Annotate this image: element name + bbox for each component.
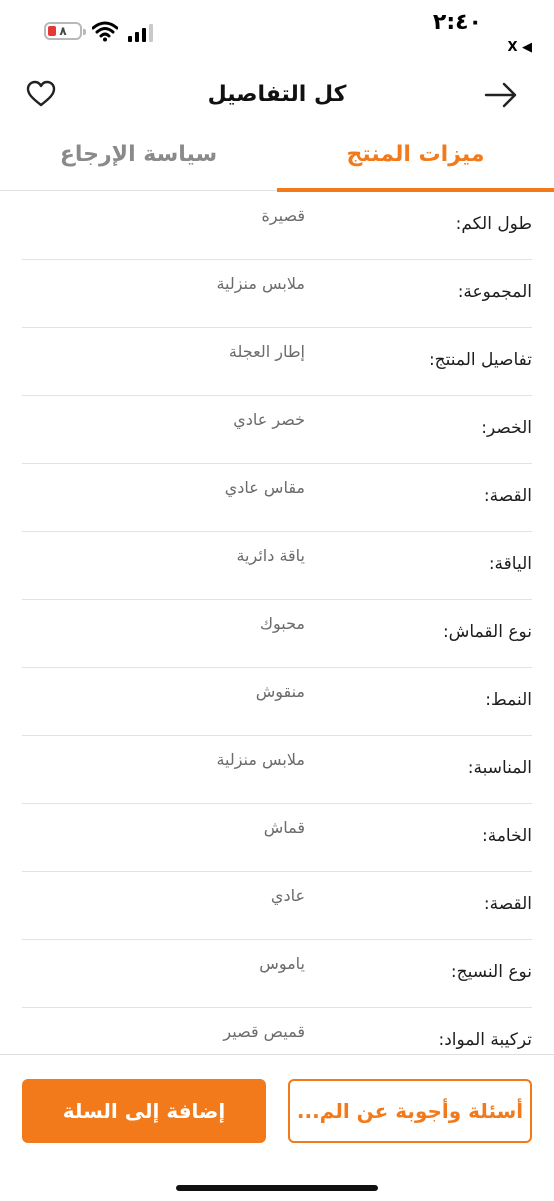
attribute-value: ياموس	[259, 954, 305, 973]
attribute-label: تفاصيل المنتج:	[428, 350, 532, 370]
attribute-value: منقوش	[255, 682, 305, 701]
attribute-label: المجموعة:	[457, 282, 532, 302]
attribute-label: القصة:	[483, 486, 532, 506]
home-indicator[interactable]	[176, 1185, 378, 1191]
product-attributes-list[interactable]: طول الكم: قصيرة المجموعة: ملابس منزلية تفا…	[0, 192, 554, 1054]
attribute-label: الخصر:	[481, 418, 532, 438]
attribute-label: نوع النسيج:	[450, 962, 532, 982]
attribute-label: الياقة:	[488, 554, 532, 574]
tab-bar: ميزات المنتج سياسة الإرجاع	[0, 130, 554, 192]
status-time: ٢:٤٠	[432, 10, 482, 35]
attribute-label: الخامة:	[481, 826, 532, 846]
attribute-label: النمط:	[485, 690, 532, 710]
attribute-label: نوع القماش:	[442, 622, 532, 642]
bottom-action-bar: إضافة إلى السلة أسئلة وأجوبة عن الم...	[0, 1054, 554, 1201]
attribute-value: ياقة دائرية	[236, 546, 305, 565]
attribute-label: تركيبة المواد:	[438, 1030, 532, 1050]
wifi-icon	[92, 21, 118, 42]
attribute-row: الياقة: ياقة دائرية	[22, 532, 532, 600]
attribute-row: طول الكم: قصيرة	[22, 192, 532, 260]
attribute-label: طول الكم:	[455, 214, 532, 234]
attribute-row: القصة: مقاس عادي	[22, 464, 532, 532]
attribute-value: إطار العجلة	[228, 342, 305, 361]
battery-icon: ٨	[44, 22, 86, 40]
attribute-row: نوع النسيج: ياموس	[22, 940, 532, 1008]
page-title: كل التفاصيل	[207, 82, 347, 107]
attribute-row: الخامة: قماش	[22, 804, 532, 872]
back-to-app-link[interactable]: X ◀	[507, 40, 532, 55]
attribute-label: المناسبة:	[467, 758, 532, 778]
attribute-row: تركيبة المواد: قميص قصير	[22, 1008, 532, 1054]
attribute-value: خصر عادي	[233, 410, 305, 429]
attribute-value: ملابس منزلية	[216, 750, 305, 769]
attribute-row: المجموعة: ملابس منزلية	[22, 260, 532, 328]
status-bar: ٢:٤٠ X ◀ ٨	[0, 0, 554, 64]
attribute-label: القصة:	[483, 894, 532, 914]
tab-return-policy[interactable]: سياسة الإرجاع	[0, 142, 277, 167]
attribute-value: ملابس منزلية	[216, 274, 305, 293]
attribute-row: تفاصيل المنتج: إطار العجلة	[22, 328, 532, 396]
attribute-row: الخصر: خصر عادي	[22, 396, 532, 464]
attribute-value: مقاس عادي	[224, 478, 305, 497]
attribute-row: القصة: عادي	[22, 872, 532, 940]
page-header: كل التفاصيل	[0, 64, 554, 126]
arrow-right-icon[interactable]	[484, 82, 518, 108]
attribute-value: قصيرة	[261, 206, 305, 225]
attribute-row: المناسبة: ملابس منزلية	[22, 736, 532, 804]
questions-answers-button[interactable]: أسئلة وأجوبة عن الم...	[288, 1079, 532, 1143]
attribute-row: النمط: منقوش	[22, 668, 532, 736]
attribute-value: قماش	[263, 818, 305, 837]
attribute-row: نوع القماش: محبوك	[22, 600, 532, 668]
add-to-cart-button[interactable]: إضافة إلى السلة	[22, 1079, 266, 1143]
battery-level: ٨	[59, 24, 67, 38]
attribute-value: محبوك	[259, 614, 305, 633]
tab-product-features[interactable]: ميزات المنتج	[277, 142, 554, 167]
cellular-signal-icon	[128, 24, 153, 42]
attribute-value: قميص قصير	[223, 1022, 305, 1041]
attribute-value: عادي	[270, 886, 305, 905]
